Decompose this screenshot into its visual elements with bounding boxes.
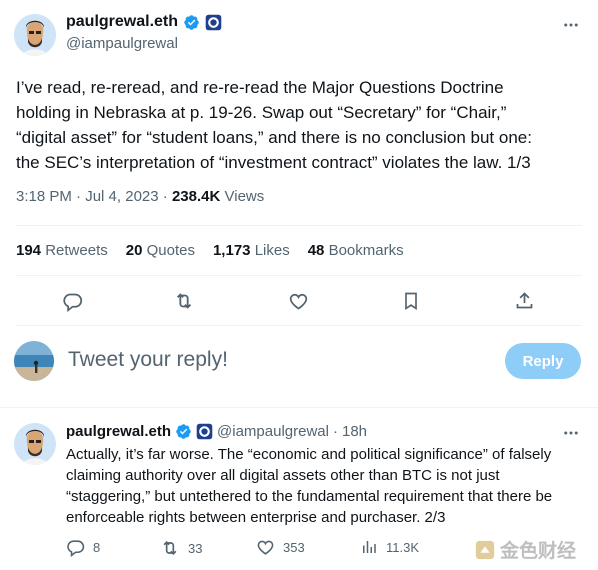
reply-input[interactable]: Tweet your reply!	[68, 348, 488, 372]
retweet-icon	[160, 538, 180, 558]
tweet-timestamp-row: 3:18 PM · Jul 4, 2023 · 238.4K Views	[16, 188, 265, 205]
bookmark-icon[interactable]	[399, 289, 423, 313]
views-chart-icon	[360, 538, 378, 556]
tweet-text-line: holding in Nebraska at p. 19-26. Swap ou…	[16, 103, 507, 122]
reply-button[interactable]: Reply	[505, 343, 581, 379]
verified-badge-icon	[183, 14, 200, 31]
reply-icon[interactable]	[60, 289, 84, 313]
retweets-stat[interactable]: 194 Retweets	[16, 242, 108, 259]
replies-count: 8	[93, 540, 101, 555]
divider	[0, 407, 598, 408]
author-handle[interactable]: @iampaulgrewal	[66, 35, 178, 52]
more-options-icon[interactable]	[560, 422, 582, 444]
tweet-text-line: the SEC’s interpretation of “investment …	[16, 153, 531, 172]
like-icon[interactable]	[286, 289, 310, 313]
reply-text-line: enforceable rights between enterprise an…	[66, 509, 446, 526]
bookmarks-stat[interactable]: 48 Bookmarks	[308, 242, 404, 259]
reply-text: Actually, it’s far worse. The “economic …	[66, 444, 591, 528]
more-options-icon[interactable]	[560, 14, 582, 36]
share-icon[interactable]	[512, 288, 536, 312]
divider	[16, 325, 582, 326]
divider	[16, 275, 582, 276]
reply-action-likes[interactable]: 353	[256, 538, 305, 557]
reply-action-retweets[interactable]: 33	[160, 538, 202, 558]
quotes-stat[interactable]: 20 Quotes	[126, 242, 195, 259]
tweet-text-line: I’ve read, re-reread, and re-re-read the…	[16, 78, 504, 97]
retweet-icon[interactable]	[172, 289, 196, 313]
affiliate-badge-icon	[196, 423, 213, 440]
reply-text-line: Actually, it’s far worse. The “economic …	[66, 446, 552, 463]
reply-author-handle[interactable]: @iampaulgrewal	[217, 423, 329, 440]
tweet-text-line: “digital asset” for “student loans,” and…	[16, 128, 532, 147]
affiliate-badge-icon	[205, 14, 222, 31]
likes-stat[interactable]: 1,173 Likes	[213, 242, 290, 259]
retweets-count: 33	[188, 540, 203, 556]
divider	[16, 225, 582, 226]
current-user-avatar[interactable]	[14, 341, 54, 381]
watermark-text: 金色财经	[500, 541, 577, 562]
reply-text-line: “staggering,” but untethered to the fund…	[66, 488, 553, 505]
likes-count: 353	[283, 540, 305, 555]
stats-row: 194 Retweets 20 Quotes 1,173 Likes 48 Bo…	[16, 242, 404, 259]
reply-icon	[66, 538, 85, 557]
watermark: 金色财经	[474, 536, 576, 563]
author-name[interactable]: paulgrewal.eth	[66, 13, 178, 31]
verified-badge-icon	[175, 423, 192, 440]
reply-action-replies[interactable]: 8	[66, 538, 100, 557]
views-count: 238.4K	[171, 188, 221, 205]
reply-author-avatar[interactable]	[14, 423, 56, 465]
views-label: Views	[224, 188, 265, 205]
views-count: 11.3K	[386, 539, 420, 555]
reply-author-name[interactable]: paulgrewal.eth	[66, 423, 171, 440]
tweet-text: I’ve read, re-reread, and re-re-read the…	[16, 75, 591, 175]
tweet-time[interactable]: 3:18 PM	[16, 188, 72, 205]
author-avatar[interactable]	[14, 14, 56, 56]
reply-time-ago[interactable]: 18h	[342, 423, 367, 440]
tweet-date[interactable]: Jul 4, 2023	[85, 188, 158, 205]
like-icon	[256, 538, 275, 557]
reply-text-line: claiming authority over all digital asse…	[66, 467, 500, 484]
watermark-logo-icon	[474, 539, 496, 561]
reply-action-views[interactable]: 11.3K	[360, 538, 419, 556]
